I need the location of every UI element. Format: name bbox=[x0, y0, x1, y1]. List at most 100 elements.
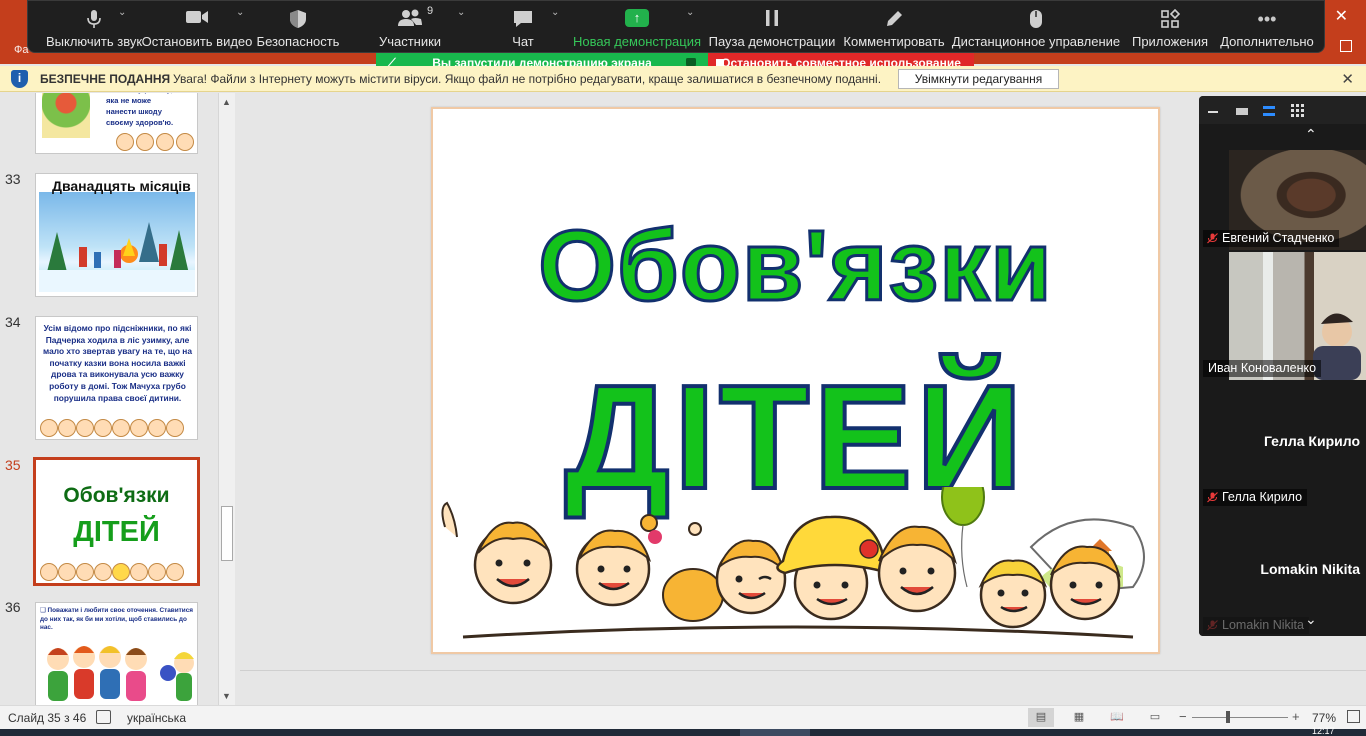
apps-icon bbox=[1160, 8, 1181, 33]
reading-view-button[interactable]: 📖 bbox=[1104, 708, 1130, 727]
participant-name-tag: Евгений Стадченко bbox=[1203, 230, 1340, 247]
zoom-percent[interactable]: 77% bbox=[1312, 711, 1336, 725]
slide-thumbnail-34[interactable]: Усім відомо про підсніжники, по які Падч… bbox=[35, 316, 198, 440]
kids-border-illustration bbox=[36, 561, 197, 583]
microphone-icon bbox=[87, 9, 101, 33]
enable-editing-button[interactable]: Увімкнути редагування bbox=[898, 69, 1059, 89]
thumbnail-strip-view-icon[interactable] bbox=[1263, 106, 1275, 116]
scroll-up-arrow-icon[interactable]: ▲ bbox=[222, 97, 231, 107]
kids-border-illustration bbox=[36, 131, 197, 153]
shield-icon bbox=[289, 9, 307, 33]
close-icon[interactable]: ✕ bbox=[1341, 70, 1354, 88]
thumbnail-text: Усім відомо про підсніжники, по які Падч… bbox=[43, 323, 192, 403]
chevron-down-icon[interactable]: ⌄ bbox=[1305, 611, 1317, 628]
active-speaker-view-icon[interactable] bbox=[1236, 108, 1248, 115]
slide-number: 34 bbox=[5, 314, 21, 330]
thumbnail-title: Обов'язки bbox=[63, 484, 170, 507]
remote-control-label: Дистанционное управление bbox=[951, 34, 1121, 49]
children-border-illustration bbox=[441, 487, 1145, 639]
apps-button[interactable]: Приложения bbox=[1130, 1, 1210, 54]
panel-view-controls bbox=[1199, 96, 1366, 124]
muted-microphone-icon bbox=[1207, 492, 1218, 503]
participant-name: Иван Коноваленко bbox=[1208, 361, 1317, 375]
participants-button[interactable]: 9 ⌄ Участники bbox=[371, 1, 465, 54]
chat-bubble-icon bbox=[512, 9, 534, 33]
window-close-icon[interactable]: ✕ bbox=[1335, 6, 1348, 26]
chevron-up-icon[interactable]: ⌃ bbox=[1305, 126, 1317, 143]
current-slide[interactable]: Обов'язки ДІТЕЙ bbox=[431, 107, 1160, 654]
chevron-down-icon[interactable]: ⌄ bbox=[236, 7, 244, 18]
scroll-down-arrow-icon[interactable]: ▼ bbox=[222, 691, 231, 701]
language-indicator[interactable]: українська bbox=[127, 711, 186, 725]
remote-control-button[interactable]: Дистанционное управление bbox=[952, 1, 1120, 54]
participant-tile[interactable]: Иван Коноваленко bbox=[1199, 252, 1366, 380]
chevron-down-icon[interactable]: ⌄ bbox=[118, 7, 126, 18]
chevron-down-icon[interactable]: ⌄ bbox=[686, 7, 694, 18]
status-bar: Слайд 35 з 46 українська ▤ ▦ 📖 ▭ − + 77% bbox=[0, 705, 1366, 729]
spellcheck-icon[interactable] bbox=[96, 710, 111, 724]
slideshow-view-button[interactable]: ▭ bbox=[1142, 708, 1168, 727]
slide-title[interactable]: Обов'язки bbox=[433, 209, 1158, 324]
participant-name-tag: Гелла Кирило bbox=[1203, 489, 1308, 506]
mouse-icon bbox=[1029, 9, 1043, 33]
notes-pane-divider[interactable] bbox=[240, 670, 1366, 671]
zoom-out-icon[interactable]: − bbox=[1179, 709, 1187, 724]
chat-label: Чат bbox=[512, 34, 534, 49]
zoom-slider-handle[interactable] bbox=[1226, 711, 1230, 723]
apps-label: Приложения bbox=[1131, 34, 1209, 49]
windows-taskbar: 12:17 bbox=[0, 726, 1366, 736]
protected-view-message: Увага! Файли з Інтернету можуть містити … bbox=[173, 72, 882, 86]
protected-view-bar: i БЕЗПЕЧНЕ ПОДАННЯ Увага! Файли з Інтерн… bbox=[0, 66, 1366, 92]
normal-view-button[interactable]: ▤ bbox=[1028, 708, 1054, 727]
annotate-button[interactable]: Комментировать bbox=[843, 1, 945, 54]
slide-number: 33 bbox=[5, 171, 21, 187]
muted-microphone-icon bbox=[1207, 233, 1218, 244]
winter-scene-illustration bbox=[39, 192, 195, 292]
restore-window-icon[interactable] bbox=[1340, 40, 1352, 52]
zoom-slider[interactable] bbox=[1192, 717, 1288, 718]
thumbnails-scrollbar[interactable]: ▲ ▼ bbox=[218, 93, 235, 705]
participant-tile[interactable]: Евгений Стадченко bbox=[1199, 150, 1366, 250]
gallery-view-icon[interactable] bbox=[1291, 104, 1304, 117]
new-share-button[interactable]: ↑ ⌄ Новая демонстрация bbox=[572, 1, 702, 54]
participant-tile[interactable]: Гелла Кирило Гелла Кирило bbox=[1199, 383, 1366, 509]
thumbnail-title: Дванадцять місяців bbox=[52, 178, 191, 194]
thumbnail-text: посильну роботу, яка не може нанести шко… bbox=[106, 93, 174, 127]
slide-thumbnails-panel: посильну роботу, яка не може нанести шко… bbox=[0, 93, 236, 705]
chevron-down-icon[interactable]: ⌄ bbox=[551, 7, 559, 18]
more-dots-icon: ••• bbox=[1257, 9, 1277, 29]
fit-slide-icon[interactable] bbox=[1347, 710, 1360, 723]
stop-video-button[interactable]: ⌄ Остановить видео bbox=[142, 1, 253, 54]
slide-number-active: 35 bbox=[5, 457, 21, 473]
minimize-icon[interactable] bbox=[1208, 111, 1218, 113]
scrollbar-thumb[interactable] bbox=[221, 506, 233, 561]
security-button[interactable]: Безопасность bbox=[257, 1, 339, 54]
upload-arrow-icon: ↑ bbox=[625, 9, 649, 27]
participant-display-name: Гелла Кирило bbox=[1263, 433, 1360, 449]
slide-thumbnail-35-selected[interactable]: Обов'язки ДІТЕЙ bbox=[33, 457, 200, 586]
more-label: Дополнительно bbox=[1220, 34, 1314, 49]
new-share-label: Новая демонстрация bbox=[572, 34, 702, 49]
more-button[interactable]: ••• Дополнительно bbox=[1220, 1, 1314, 54]
participant-name-tag: Иван Коноваленко bbox=[1203, 360, 1322, 377]
slide-thumbnail-32[interactable]: посильну роботу, яка не може нанести шко… bbox=[35, 93, 198, 154]
active-taskbar-app[interactable] bbox=[740, 729, 810, 736]
chevron-down-icon[interactable]: ⌄ bbox=[457, 7, 465, 18]
slide-thumbnail-36[interactable]: ❑ Поважати і любити своє оточення. Стави… bbox=[35, 602, 198, 705]
protected-view-title: БЕЗПЕЧНЕ ПОДАННЯ bbox=[40, 72, 171, 86]
zoom-in-icon[interactable]: + bbox=[1292, 709, 1300, 724]
kids-border-illustration bbox=[36, 417, 197, 439]
slide-counter: Слайд 35 з 46 bbox=[8, 711, 87, 725]
info-shield-icon: i bbox=[11, 70, 28, 88]
participants-label: Участники bbox=[378, 34, 442, 49]
slide-sorter-view-button[interactable]: ▦ bbox=[1066, 708, 1092, 727]
slide-thumbnail-33[interactable]: Дванадцять місяців bbox=[35, 173, 198, 297]
participants-count-badge: 9 bbox=[427, 5, 434, 17]
zoom-meeting-toolbar: ⌄ Выключить звук ⌄ Остановить видео Безо… bbox=[27, 0, 1325, 53]
annotate-label: Комментировать bbox=[843, 34, 945, 49]
pause-share-button[interactable]: Пауза демонстрации bbox=[709, 1, 835, 54]
participant-tile[interactable]: Lomakin Nikita Lomakin Nikita bbox=[1199, 511, 1366, 636]
mute-button[interactable]: ⌄ Выключить звук bbox=[38, 1, 150, 54]
chat-button[interactable]: ⌄ Чат bbox=[503, 1, 559, 54]
screen: Фа ✕ ⌄ Выключить звук ⌄ Остановить видео… bbox=[0, 0, 1366, 736]
